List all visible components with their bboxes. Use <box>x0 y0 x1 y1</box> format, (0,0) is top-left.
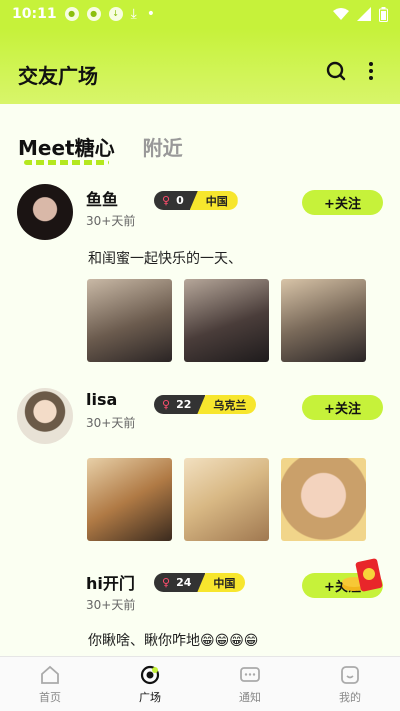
post-text: 你瞅啥、瞅你咋地😁😁😁😁 <box>88 633 259 649</box>
signal-icon <box>357 7 371 21</box>
nav-square[interactable]: 广场 <box>100 657 200 711</box>
nav-label: 通知 <box>239 690 261 704</box>
post-photos <box>87 458 366 541</box>
chat-bubble-icon <box>240 666 260 682</box>
post-photo[interactable] <box>87 279 172 362</box>
download-icon: ⤓ <box>130 6 137 22</box>
download-icon: ↓ <box>108 7 123 21</box>
badge-region: 中国 <box>197 573 246 592</box>
profile-icon <box>341 665 359 684</box>
nav-home[interactable]: 首页 <box>0 657 100 711</box>
post-photo[interactable] <box>184 458 269 541</box>
female-icon: ♀ <box>162 576 171 589</box>
app-header: 交友广场 <box>0 28 400 104</box>
nav-label: 首页 <box>39 690 61 704</box>
user-name[interactable]: 鱼鱼 <box>86 186 118 210</box>
post-photos <box>87 279 366 362</box>
user-name[interactable]: hi开门 <box>86 570 135 594</box>
post-photo[interactable] <box>281 458 366 541</box>
user-badge: ♀ 22 乌克兰 <box>154 395 257 414</box>
post-photo[interactable] <box>281 279 366 362</box>
female-icon: ♀ <box>162 398 171 411</box>
female-icon: ♀ <box>162 194 171 207</box>
badge-region: 中国 <box>189 191 238 210</box>
post-time: 30+天前 <box>86 416 136 430</box>
user-name[interactable]: lisa <box>86 390 117 409</box>
search-icon[interactable] <box>325 60 347 82</box>
badge-count: 22 <box>176 398 192 411</box>
post-text: 和闺蜜一起快乐的一天、 <box>88 251 242 267</box>
tab-meet[interactable]: Meet糖心 <box>18 132 115 165</box>
home-icon <box>41 665 59 684</box>
wifi-icon <box>333 8 349 20</box>
app-notification-icon: ● <box>86 7 101 21</box>
user-badge: ♀ 24 中国 <box>154 573 246 592</box>
badge-count: 24 <box>176 576 192 589</box>
page-title: 交友广场 <box>18 64 98 88</box>
red-packet-icon[interactable] <box>336 556 386 596</box>
user-badge: ♀ 0 中国 <box>154 191 238 210</box>
post-photo[interactable] <box>184 279 269 362</box>
nav-notifications[interactable]: 通知 <box>200 657 300 711</box>
avatar[interactable] <box>17 184 73 240</box>
status-time: 10:11 <box>12 6 57 22</box>
dot-icon: • <box>146 6 156 22</box>
app-notification-icon: ● <box>64 7 79 21</box>
nav-me[interactable]: 我的 <box>300 657 400 711</box>
more-menu-icon[interactable] <box>360 60 382 82</box>
nav-label: 我的 <box>339 690 361 704</box>
nav-label: 广场 <box>139 690 161 704</box>
post-photo[interactable] <box>87 458 172 541</box>
badge-region: 乌克兰 <box>197 395 257 414</box>
square-icon <box>140 665 160 684</box>
follow-button[interactable]: +关注 <box>302 395 383 420</box>
bottom-nav: 首页 广场 通知 我的 <box>0 656 400 711</box>
tab-nearby[interactable]: 附近 <box>143 132 183 161</box>
follow-button[interactable]: +关注 <box>302 190 383 215</box>
battery-icon <box>379 6 388 22</box>
post-time: 30+天前 <box>86 598 136 612</box>
post-time: 30+天前 <box>86 214 136 228</box>
feed-tabs: Meet糖心 附近 <box>18 132 183 165</box>
badge-count: 0 <box>176 194 184 207</box>
status-bar: 10:11 ● ● ↓ ⤓ • <box>0 0 400 28</box>
avatar[interactable] <box>17 388 73 444</box>
